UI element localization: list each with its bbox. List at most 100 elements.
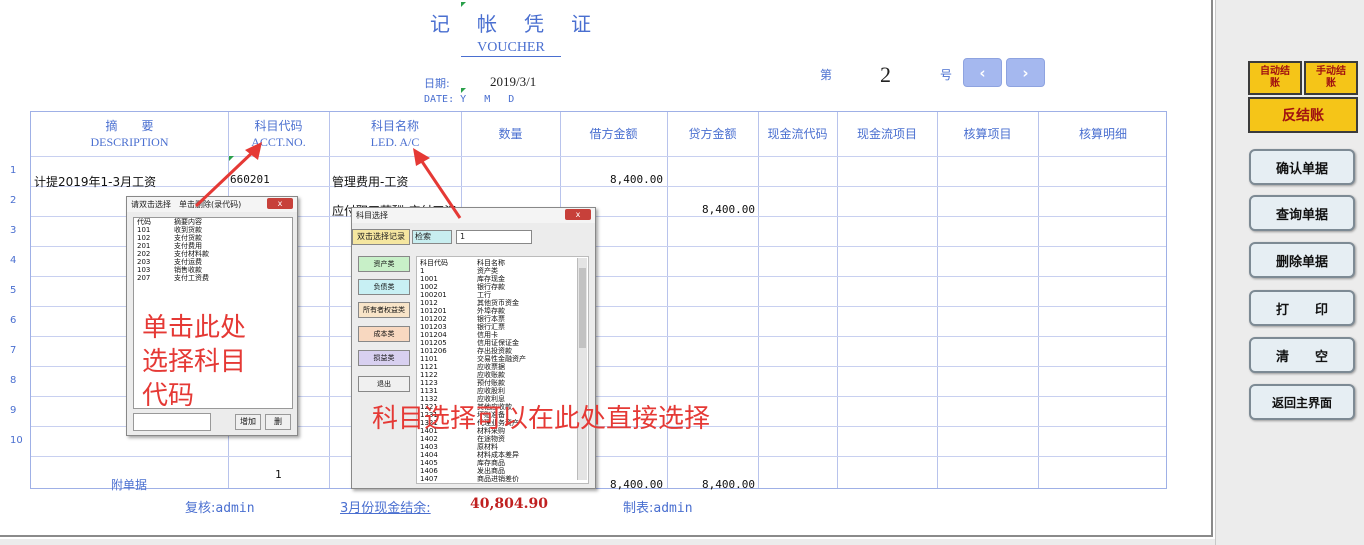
row-number: 5 xyxy=(10,285,17,296)
list-item[interactable]: 1 资产类 xyxy=(417,267,588,275)
col-header-cashflow-item: 现金流项目 xyxy=(856,127,917,141)
voucher-area: 记帐凭证 VOUCHER 日期: 2019/3/1 DATE: Y M D 第 … xyxy=(0,0,1213,537)
row-number: 6 xyxy=(10,315,17,326)
list-item[interactable]: 103 销售收款 xyxy=(134,266,292,274)
category-cost-button[interactable]: 成本类 xyxy=(358,326,410,342)
chevron-left-icon: ‹ xyxy=(979,63,986,82)
list-item[interactable]: 202 支付材料款 xyxy=(134,250,292,258)
row1-acct-name[interactable]: 管理费用-工资 xyxy=(332,173,408,190)
list-item[interactable]: 1131 应收股利 xyxy=(417,387,588,395)
list-item[interactable]: 1403 原材料 xyxy=(417,443,588,451)
account-list-scrollbar[interactable] xyxy=(577,258,587,480)
search-input[interactable]: 1 xyxy=(456,230,532,244)
search-label: 检索 xyxy=(412,230,452,244)
voucher-title: 记帐凭证 xyxy=(430,12,618,36)
row2-credit[interactable]: 8,400.00 xyxy=(702,203,755,216)
maker: 制表:admin xyxy=(623,501,693,516)
dialog-title: 请双击选择 单击删除(录代码) x xyxy=(127,197,297,212)
list-item[interactable]: 207 支付工资费 xyxy=(134,274,292,282)
list-item[interactable]: 1408委托加工物资 xyxy=(417,483,588,484)
list-item[interactable]: 1002 银行存款 xyxy=(417,283,588,291)
row1-description[interactable]: 计提2019年1-3月工资 xyxy=(34,173,156,190)
category-liabilities-button[interactable]: 负债类 xyxy=(358,279,410,295)
list-item[interactable]: 1405 库存商品 xyxy=(417,459,588,467)
return-main-button[interactable]: 返回主界面 xyxy=(1249,384,1355,420)
list-item[interactable]: 1404 材料成本差异 xyxy=(417,451,588,459)
reverse-close-button[interactable]: 反结账 xyxy=(1248,97,1358,133)
list-item[interactable]: 1407 商品进销差价 xyxy=(417,475,588,483)
auto-close-button[interactable]: 自动结账 xyxy=(1248,61,1302,95)
close-icon[interactable]: x xyxy=(267,198,293,209)
date-value[interactable]: 2019/3/1 xyxy=(490,74,536,90)
list-item[interactable]: 102 支付货款 xyxy=(134,234,292,242)
list-item[interactable]: 代码 摘要内容 xyxy=(134,218,292,226)
cash-balance-value: 40,804.90 xyxy=(470,496,548,512)
list-item[interactable]: 201 支付费用 xyxy=(134,242,292,250)
list-item[interactable]: 101 收到货款 xyxy=(134,226,292,234)
chevron-right-icon: › xyxy=(1022,63,1029,82)
row-number: 1 xyxy=(10,165,17,176)
row-number: 7 xyxy=(10,345,17,356)
account-picker-dialog: 科目选择 x 双击选择记录 检索 1 资产类 负债类 所有者权益类 成本类 损益… xyxy=(351,207,596,489)
query-voucher-button[interactable]: 查询单据 xyxy=(1249,195,1355,231)
list-item[interactable]: 1402 在途物资 xyxy=(417,435,588,443)
list-item[interactable]: 101202 银行本票 xyxy=(417,315,588,323)
prev-voucher-button[interactable]: ‹ xyxy=(963,58,1002,87)
marker-icon xyxy=(229,156,234,161)
list-item[interactable]: 1123 预付账款 xyxy=(417,379,588,387)
category-assets-button[interactable]: 资产类 xyxy=(358,256,410,272)
list-item[interactable]: 1122 应收账款 xyxy=(417,371,588,379)
col-header-description: 摘 要 DESCRIPTION xyxy=(90,119,169,149)
col-header-accounting-item: 核算项目 xyxy=(963,127,1012,141)
annotation-right: 科目选择可以在此处直接选择 xyxy=(372,404,711,434)
list-item[interactable]: 203 支付运费 xyxy=(134,258,292,266)
list-item[interactable]: 科目代码 科目名称 xyxy=(417,259,588,267)
account-list[interactable]: 科目代码 科目名称 1 资产类 1001 库存现金 1002 银行存款 100201 工行 1012… xyxy=(416,256,589,484)
row-number: 8 xyxy=(10,375,17,386)
delete-voucher-button[interactable]: 删除单据 xyxy=(1249,242,1355,278)
row-number: 4 xyxy=(10,255,17,266)
row1-acct-code[interactable]: 660201 xyxy=(230,173,270,186)
attach-count[interactable]: 1 xyxy=(275,468,282,481)
attach-label: 附单据 xyxy=(111,478,148,492)
row1-debit[interactable]: 8,400.00 xyxy=(610,173,663,186)
list-item[interactable]: 1101 交易性金融资产 xyxy=(417,355,588,363)
voucher-subtitle: VOUCHER xyxy=(461,40,561,57)
dialog-title: 科目选择 x xyxy=(352,208,595,223)
row-number: 2 xyxy=(10,195,17,206)
code-input[interactable] xyxy=(133,413,211,431)
add-code-button[interactable]: 增加 xyxy=(235,414,261,430)
list-item[interactable]: 101206 存出投资款 xyxy=(417,347,588,355)
cash-balance-link[interactable]: 3月份现金结余: xyxy=(340,497,431,516)
list-item[interactable]: 101201 外埠存款 xyxy=(417,307,588,315)
category-equity-button[interactable]: 所有者权益类 xyxy=(358,302,410,318)
list-item[interactable]: 101204 信用卡 xyxy=(417,331,588,339)
row-number: 10 xyxy=(10,435,23,446)
voucher-no-prefix: 第 xyxy=(820,68,833,82)
total-credit: 8,400.00 xyxy=(702,478,755,491)
list-item[interactable]: 101203 银行汇票 xyxy=(417,323,588,331)
pick-record-label: 双击选择记录 xyxy=(352,229,410,245)
annotation-left: 单击此处 选择科目 代码 xyxy=(142,313,247,411)
manual-close-button[interactable]: 手动结账 xyxy=(1304,61,1358,95)
category-profit-loss-button[interactable]: 损益类 xyxy=(358,350,410,366)
col-header-accounting-detail: 核算明细 xyxy=(1078,127,1127,141)
action-panel: 自动结账 手动结账 反结账 确认单据 查询单据 删除单据 打 印 清 空 返回主… xyxy=(1215,0,1364,545)
voucher-no-suffix: 号 xyxy=(940,68,953,82)
list-item[interactable]: 101205 信用证保证金 xyxy=(417,339,588,347)
exit-button[interactable]: 退出 xyxy=(358,376,410,392)
delete-code-button[interactable]: 删 xyxy=(265,414,291,430)
list-item[interactable]: 1012 其他货币资金 xyxy=(417,299,588,307)
col-header-acct-no: 科目代码 ACCT.NO. xyxy=(251,119,306,149)
list-item[interactable]: 1121 应收票据 xyxy=(417,363,588,371)
clear-button[interactable]: 清 空 xyxy=(1249,337,1355,373)
list-item[interactable]: 100201 工行 xyxy=(417,291,588,299)
next-voucher-button[interactable]: › xyxy=(1006,58,1045,87)
print-button[interactable]: 打 印 xyxy=(1249,290,1355,326)
list-item[interactable]: 1406 发出商品 xyxy=(417,467,588,475)
row-number: 3 xyxy=(10,225,17,236)
marker-icon xyxy=(461,2,466,7)
list-item[interactable]: 1001 库存现金 xyxy=(417,275,588,283)
close-icon[interactable]: x xyxy=(565,209,591,220)
confirm-voucher-button[interactable]: 确认单据 xyxy=(1249,149,1355,185)
